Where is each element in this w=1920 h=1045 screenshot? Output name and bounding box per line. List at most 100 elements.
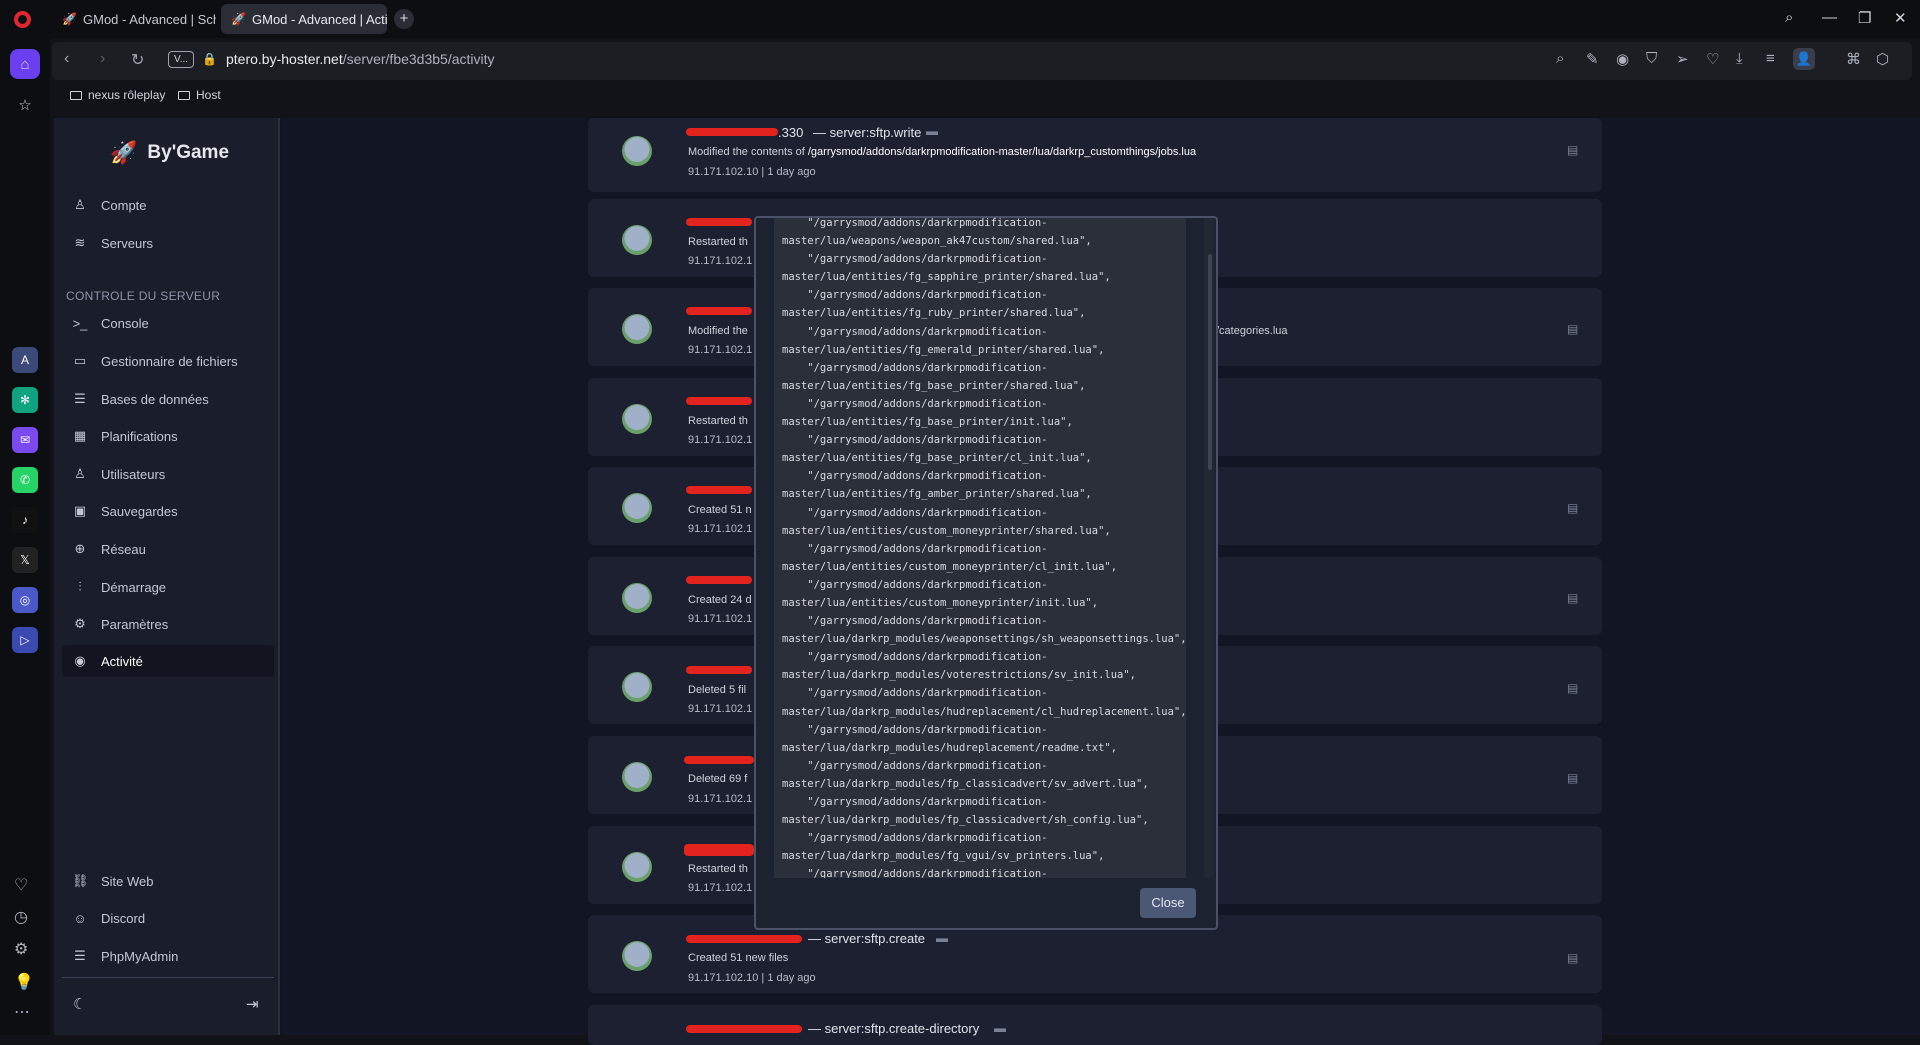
heart-icon[interactable]: ♡ xyxy=(1706,50,1719,68)
close-window-icon[interactable]: ✕ xyxy=(1894,9,1907,27)
extensions-icon[interactable]: ⌘ xyxy=(1846,50,1861,68)
nav-label: PhpMyAdmin xyxy=(101,948,179,964)
avatar xyxy=(622,762,652,792)
nav-label: Discord xyxy=(101,910,146,926)
nav-label: Compte xyxy=(101,197,147,213)
clipboard-icon[interactable]: ▤ xyxy=(1567,591,1578,605)
nav-discord[interactable]: ☺ Discord xyxy=(62,902,274,934)
clipboard-icon[interactable]: ▤ xyxy=(1567,771,1578,785)
more-icon[interactable]: ⋯ xyxy=(14,1002,30,1022)
rocket-logo-icon: 🚀 xyxy=(110,140,138,165)
player-play-app-icon[interactable]: ▷ xyxy=(12,627,38,653)
new-tab-button[interactable]: + xyxy=(394,9,414,29)
send-icon[interactable]: ➢ xyxy=(1676,50,1689,68)
event-description: Created 51 new files xyxy=(688,952,789,964)
vpn-badge[interactable]: V... xyxy=(168,51,194,68)
terminal-icon: >_ xyxy=(72,315,88,331)
menu-icon[interactable]: ≡ xyxy=(1766,50,1775,67)
reload-icon[interactable]: ↻ xyxy=(131,50,144,70)
opera-logo-icon[interactable] xyxy=(14,11,31,28)
history-icon[interactable]: ◷ xyxy=(14,907,28,927)
whatsapp-app-icon[interactable]: ✆ xyxy=(12,467,38,493)
download-icon[interactable]: ⤓ xyxy=(1736,50,1743,67)
nav-serveurs[interactable]: ≋ Serveurs xyxy=(62,227,274,259)
nav-compte[interactable]: ♙ Compte xyxy=(62,189,274,221)
event-description: Modified the contents of /garrysmod/addo… xyxy=(688,146,1196,158)
event-meta: 91.171.102.1 xyxy=(688,523,753,535)
minimize-icon[interactable]: — xyxy=(1822,9,1837,26)
shield-icon[interactable]: ⛉ xyxy=(1646,50,1657,67)
event-name: — server:sftp.create-directory xyxy=(808,1021,980,1036)
nav-console[interactable]: >_ Console xyxy=(62,307,274,339)
tab-activity[interactable]: 🚀 GMod - Advanced | Activ xyxy=(221,4,387,34)
dark-mode-icon[interactable]: ☾ xyxy=(73,995,86,1013)
home-icon[interactable]: ⌂ xyxy=(10,49,40,79)
redacted-username xyxy=(686,666,752,674)
event-description: Restarted th xyxy=(688,415,748,427)
nav-label: Serveurs xyxy=(101,235,154,251)
nav-file-manager[interactable]: ▭ Gestionnaire de fichiers xyxy=(62,345,274,377)
event-description: Restarted th xyxy=(688,863,748,875)
metadata-icon[interactable]: ▬ xyxy=(994,1021,1006,1035)
star-icon[interactable]: ☆ xyxy=(10,90,40,120)
clipboard-icon[interactable]: ▤ xyxy=(1567,501,1578,515)
bookmark-nexus-roleplay[interactable]: nexus rôleplay xyxy=(70,88,165,102)
event-description: Modified the xyxy=(688,325,748,337)
x-app-icon[interactable]: 𝕏 xyxy=(12,547,38,573)
player-app-icon[interactable]: ◎ xyxy=(12,587,38,613)
nav-databases[interactable]: ☰ Bases de données xyxy=(62,383,274,415)
messenger-app-icon[interactable]: ✉ xyxy=(12,427,38,453)
restore-icon[interactable]: ❐ xyxy=(1858,9,1871,27)
box-icon[interactable]: ⬡ xyxy=(1876,50,1889,68)
scrollbar-thumb[interactable] xyxy=(1208,254,1212,470)
rocket-favicon-icon: 🚀 xyxy=(231,12,246,26)
bookmark-host[interactable]: Host xyxy=(178,88,221,102)
brand-logo[interactable]: 🚀 By'Game xyxy=(110,140,229,166)
close-button[interactable]: Close xyxy=(1140,888,1196,918)
tab-label: GMod - Advanced | Activ xyxy=(252,11,387,27)
nav-phpmyadmin[interactable]: ☰ PhpMyAdmin xyxy=(62,940,274,972)
tiktok-app-icon[interactable]: ♪ xyxy=(12,507,38,533)
event-description: Created 51 n xyxy=(688,504,752,516)
nav-users[interactable]: ♙ Utilisateurs xyxy=(62,458,274,490)
metadata-icon[interactable]: ▬ xyxy=(926,124,938,138)
url-field[interactable]: ptero.by-hoster.net/server/fbe3d3b5/acti… xyxy=(226,51,495,67)
nav-activity[interactable]: ◉ Activité xyxy=(62,645,274,677)
nav-label: Site Web xyxy=(101,873,154,889)
redacted-username xyxy=(684,756,754,764)
logout-icon[interactable]: ⇥ xyxy=(246,995,259,1013)
lock-icon[interactable]: 🔒 xyxy=(202,52,217,66)
nav-network[interactable]: ⊕ Réseau xyxy=(62,533,274,565)
metadata-icon[interactable]: ▬ xyxy=(936,931,948,945)
nav-website[interactable]: ⛓ Site Web xyxy=(62,865,274,897)
avatar xyxy=(622,136,652,166)
clipboard-icon[interactable]: ▤ xyxy=(1567,322,1578,336)
clipboard-icon[interactable]: ▤ xyxy=(1567,143,1578,157)
tab-schedules[interactable]: 🚀 GMod - Advanced | Sched xyxy=(52,4,216,34)
zoom-icon[interactable]: ⌕ xyxy=(1556,50,1564,67)
nav-schedules[interactable]: ▦ Planifications xyxy=(62,420,274,452)
nav-settings[interactable]: ⚙ Paramètres xyxy=(62,608,274,640)
clipboard-icon[interactable]: ▤ xyxy=(1567,681,1578,695)
nav-label: Utilisateurs xyxy=(101,466,166,482)
settings-icon[interactable]: ⚙ xyxy=(14,939,28,959)
forward-icon[interactable]: › xyxy=(100,50,105,68)
search-tabs-icon[interactable]: ⌕ xyxy=(1785,9,1793,26)
redacted-username xyxy=(684,844,754,856)
heart-sidebar-icon[interactable]: ♡ xyxy=(14,875,28,895)
url-path: /server/fbe3d3b5/activity xyxy=(342,51,495,67)
metadata-code-block[interactable]: "/garrysmod/addons/darkrpmodification- m… xyxy=(774,218,1186,878)
database-icon: ☰ xyxy=(74,391,86,406)
back-icon[interactable]: ‹ xyxy=(64,50,69,68)
tips-icon[interactable]: 💡 xyxy=(14,972,34,992)
edit-icon[interactable]: ✎ xyxy=(1586,50,1599,68)
nav-backups[interactable]: ▣ Sauvegardes xyxy=(62,495,274,527)
aria-app-icon[interactable]: A xyxy=(12,347,38,373)
event-name: — server:sftp.write xyxy=(813,125,922,140)
camera-icon[interactable]: ◉ xyxy=(1616,50,1629,68)
clipboard-icon[interactable]: ▤ xyxy=(1567,951,1578,965)
profile-icon[interactable]: 👤 xyxy=(1793,48,1815,70)
nav-startup[interactable]: ⫶ Démarrage xyxy=(62,571,274,603)
nav-label: Sauvegardes xyxy=(101,503,178,519)
chatgpt-app-icon[interactable]: ✻ xyxy=(12,387,38,413)
